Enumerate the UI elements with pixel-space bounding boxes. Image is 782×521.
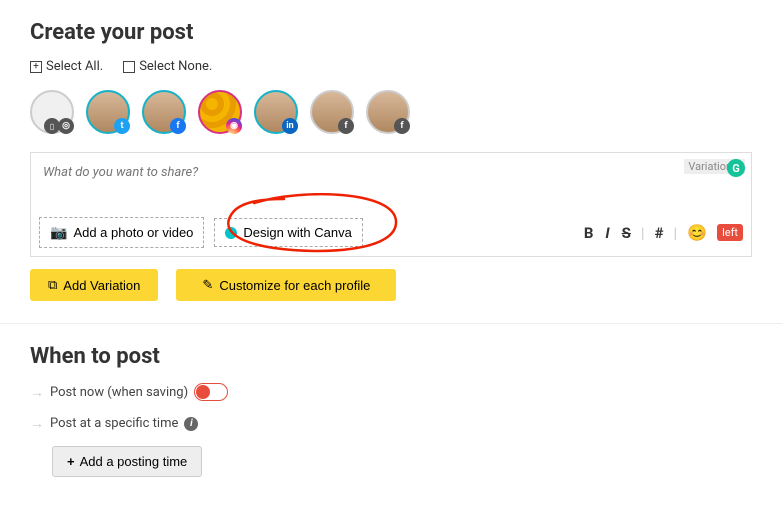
formatting-divider: | [641,224,645,242]
select-none-link[interactable]: Select None. [123,59,212,74]
customize-label: Customize for each profile [219,278,370,293]
info-icon[interactable]: i [184,417,198,431]
facebook-icon: f [394,118,410,134]
profile-avatar-instagram[interactable]: ◉ [198,90,242,134]
copy-icon: ⧉ [48,277,57,293]
hashtag-button[interactable]: # [653,224,666,242]
strikethrough-button[interactable]: S [620,224,633,242]
profile-avatar-other[interactable]: f [366,90,410,134]
facebook-icon: f [170,118,186,134]
add-posting-time-label: Add a posting time [80,454,188,469]
profile-avatar-linkedin[interactable]: in [254,90,298,134]
instagram-icon: ◉ [226,118,242,134]
camera-icon: 📷 [50,224,67,241]
bold-button[interactable]: B [582,224,596,242]
post-now-label: Post now (when saving) [50,385,188,400]
add-variation-label: Add Variation [63,278,140,293]
plus-square-icon: + [30,61,42,73]
instagram-icon: ◎ [58,118,74,134]
page-title: Create your post [30,20,752,45]
post-textarea[interactable] [39,161,743,205]
arrow-right-icon: → [30,415,44,432]
profile-avatar-facebook[interactable]: f [142,90,186,134]
select-none-label: Select None. [139,59,212,74]
design-canva-button[interactable]: Design with Canva [214,218,362,247]
customize-button[interactable]: ✎ Customize for each profile [176,269,396,301]
italic-button[interactable]: I [603,224,611,242]
grammarly-icon[interactable]: G [727,159,745,177]
profile-avatar-multi[interactable]: ▯ ◎ [30,90,74,134]
add-variation-button[interactable]: ⧉ Add Variation [30,269,158,301]
arrow-right-icon: → [30,384,44,401]
facebook-icon: f [338,118,354,134]
canva-icon [225,227,237,239]
plus-icon: + [67,454,75,469]
profile-avatar-fbpage[interactable]: f [310,90,354,134]
formatting-divider: | [673,224,677,242]
schedule-title: When to post [30,344,752,369]
design-canva-label: Design with Canva [243,225,351,240]
empty-square-icon [123,61,135,73]
profile-avatar-twitter[interactable]: t [86,90,130,134]
select-all-label: Select All. [46,59,103,74]
add-media-label: Add a photo or video [73,225,193,240]
pencil-icon: ✎ [202,277,213,293]
toggle-knob [196,385,210,399]
add-media-button[interactable]: 📷 Add a photo or video [39,217,204,248]
post-now-toggle[interactable] [194,383,228,401]
left-tag-button[interactable]: left [717,224,743,241]
composer-box: Variation 1 G 📷 Add a photo or video Des… [30,152,752,257]
twitter-icon: t [114,118,130,134]
linkedin-icon: in [282,118,298,134]
section-divider [0,323,782,324]
select-all-link[interactable]: + Select All. [30,59,103,74]
emoji-button[interactable]: 😊 [685,223,709,242]
post-specific-label: Post at a specific time [50,416,178,431]
add-posting-time-button[interactable]: + Add a posting time [52,446,202,477]
